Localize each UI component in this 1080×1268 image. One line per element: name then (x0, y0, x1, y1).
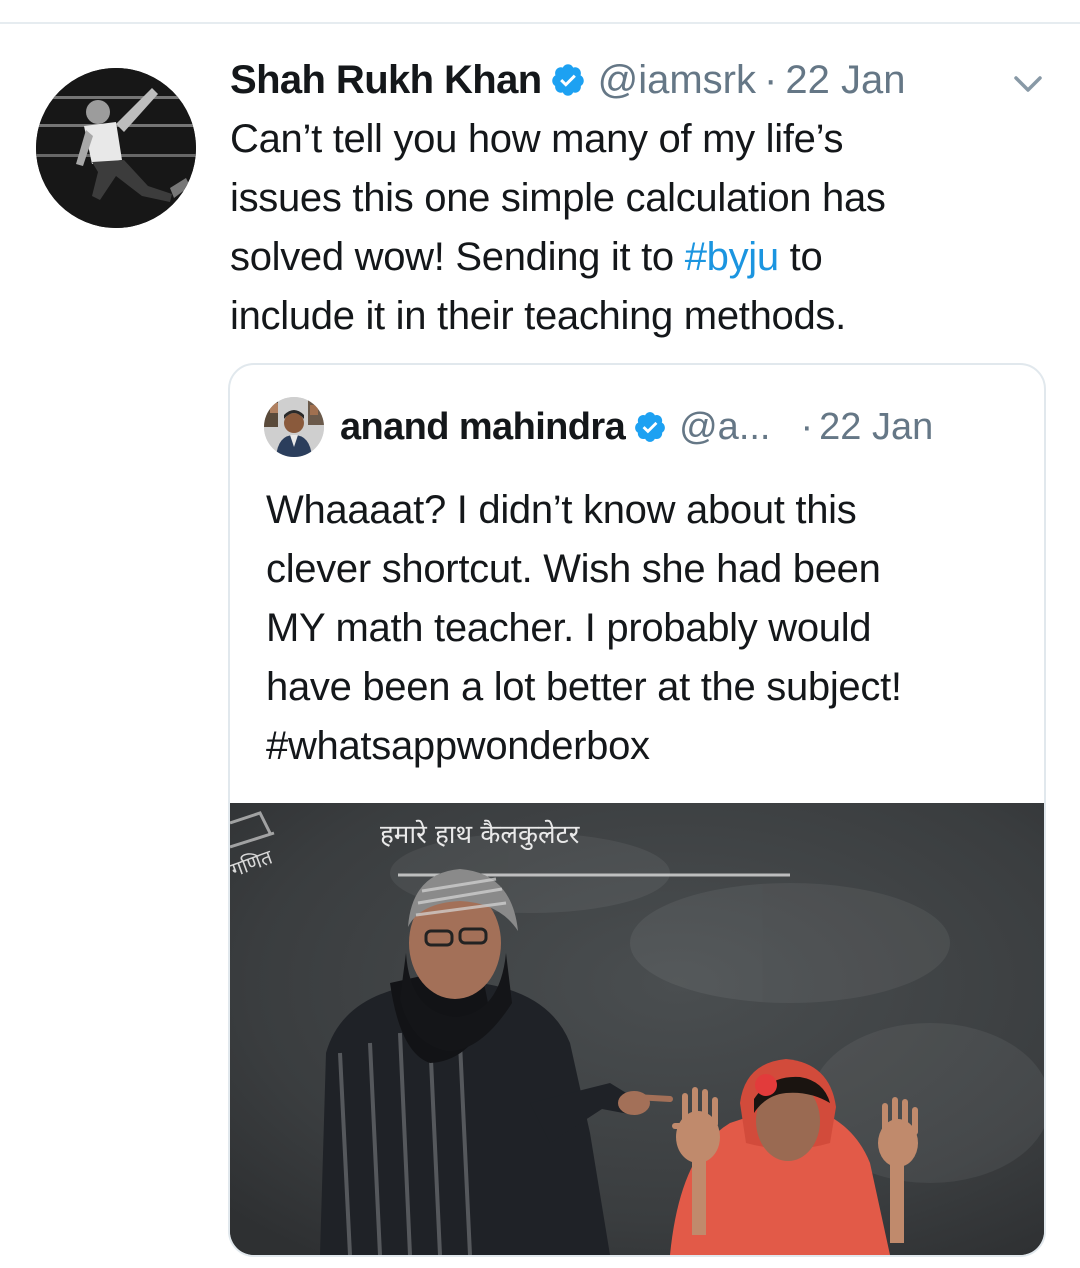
quoted-text-line: #whatsappwonderbox (266, 724, 650, 768)
chalkboard-heading: हमारे हाथ कैलकुलेटर (380, 819, 581, 850)
tweet-date[interactable]: 22 Jan (785, 58, 905, 103)
quoted-author-name[interactable]: anand mahindra (340, 406, 626, 449)
tweet-text-line: Can’t tell you how many of my life’s (230, 117, 844, 161)
tweet-text-fragment: to (778, 235, 823, 279)
header-separator: · (764, 57, 778, 102)
quoted-tweet-header: anand mahindra @a... · 22 Jan (340, 399, 933, 455)
author-handle[interactable]: @iamsrk (598, 58, 756, 103)
quoted-text-line: MY math teacher. I probably would (266, 606, 872, 650)
quoted-author-handle[interactable]: @a... (679, 406, 770, 449)
quoted-text-line: clever shortcut. Wish she had been (266, 547, 881, 591)
tweet-text-line: solved wow! Sending it to #byju to (230, 228, 1030, 287)
tweet-text-fragment: solved wow! Sending it to (230, 235, 685, 279)
quoted-tweet-card[interactable]: anand mahindra @a... · 22 Jan Whaaaat? I… (228, 363, 1046, 1257)
author-avatar-image (36, 68, 196, 228)
quoted-header-separator: · (800, 405, 814, 448)
tweet-text-line: include it in their teaching methods. (230, 294, 846, 338)
verified-badge-icon (635, 412, 665, 442)
quoted-text-line: have been a lot better at the subject! (266, 665, 902, 709)
quoted-tweet-media[interactable]: हमारे हाथ कैलकुलेटर गणित (230, 803, 1044, 1255)
tweet-text: Can’t tell you how many of my life’s iss… (230, 110, 1030, 346)
quoted-author-avatar[interactable] (264, 397, 324, 457)
tweet-header: Shah Rukh Khan @iamsrk · 22 Jan (230, 52, 905, 108)
verified-badge-icon (551, 64, 584, 96)
tweet-text-line: issues this one simple calculation has (230, 176, 886, 220)
author-name[interactable]: Shah Rukh Khan (230, 58, 542, 103)
chevron-down-icon[interactable] (1010, 70, 1046, 98)
author-avatar[interactable] (36, 68, 196, 228)
quoted-text-line: Whaaaat? I didn’t know about this (266, 488, 857, 532)
quoted-author-avatar-image (264, 397, 324, 457)
classroom-photo: हमारे हाथ कैलकुलेटर गणित (230, 803, 1044, 1255)
quoted-tweet-date[interactable]: 22 Jan (819, 406, 933, 449)
quoted-tweet-text: Whaaaat? I didn’t know about this clever… (266, 481, 1026, 776)
top-divider (0, 22, 1080, 24)
hashtag-link[interactable]: #byju (685, 235, 779, 279)
